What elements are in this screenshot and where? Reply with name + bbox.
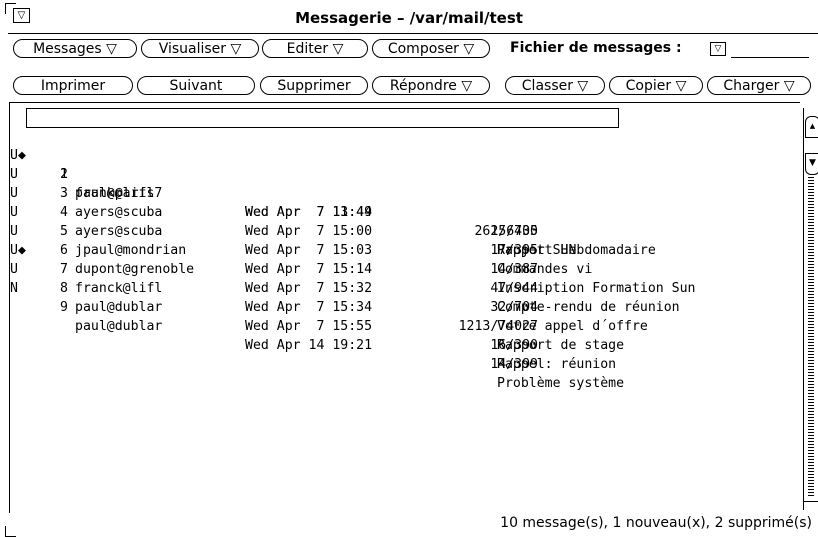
- message-row-4[interactable]: U 4 ayers@scuba Wed Apr 7 15:03 14/387 I…: [10, 165, 696, 296]
- message-sender: paul@dublar: [75, 300, 163, 315]
- window-title: Messagerie – /var/mail/test: [295, 9, 523, 27]
- mail-tool-window: ▽ Messagerie – /var/mail/test Messages ▽…: [0, 0, 818, 537]
- messages-menu-button[interactable]: Messages ▽: [13, 39, 137, 58]
- message-row-3[interactable]: U 3 ayers@scuba Wed Apr 7 15:00 17/395 C…: [10, 146, 592, 277]
- scrollbar-bottom-anchor: [803, 501, 818, 502]
- title-divider: [8, 33, 818, 34]
- view-menu-button[interactable]: Visualiser ▽: [141, 39, 259, 58]
- edit-menu-button[interactable]: Editer ▽: [262, 39, 368, 58]
- print-button[interactable]: Imprimer: [13, 76, 133, 95]
- load-menu-button[interactable]: Charger ▽: [707, 76, 811, 95]
- copy-menu-button[interactable]: Copier ▽: [609, 76, 703, 95]
- message-date: Wed Apr 7 15:55: [245, 319, 373, 334]
- message-row-9[interactable]: N 9 paul@dublar Wed Apr 14 19:21 14/399 …: [10, 260, 624, 391]
- message-date: Wed Apr 7 15:34: [245, 300, 373, 315]
- message-date: Wed Apr 7 15:03: [245, 243, 373, 258]
- status-bar: 10 message(s), 1 nouveau(x), 2 supprimé(…: [500, 515, 812, 531]
- message-sender: franck@lifl: [75, 281, 163, 296]
- message-number: 9: [60, 300, 68, 315]
- scroll-up-icon[interactable]: ▲: [805, 116, 818, 138]
- compose-menu-button[interactable]: Composer ▽: [372, 39, 490, 58]
- message-row-1[interactable]: 1 frank@lifl Wed Apr 7 11:44 15/430 Proj…: [10, 108, 619, 258]
- message-sender: paul@paris7: [75, 186, 163, 201]
- reply-menu-button[interactable]: Répondre ▽: [372, 76, 490, 95]
- message-date: Wed Apr 7 13:49: [245, 205, 373, 220]
- message-size: 14/399: [490, 357, 538, 372]
- message-size: 47/944: [490, 281, 538, 296]
- message-row-5[interactable]: U 5 jpaul@mondrian Wed Apr 7 15:14 47/94…: [10, 184, 680, 315]
- scroll-down-icon[interactable]: ▼: [805, 153, 818, 175]
- delete-button[interactable]: Supprimer: [260, 76, 368, 95]
- message-row-2[interactable]: U◆ 2 paul@paris7 Wed Apr 7 13:49 262/670…: [10, 127, 656, 258]
- window-corner-bottom-left: [5, 526, 16, 537]
- mail-file-dropdown-icon[interactable]: ▽: [710, 42, 726, 56]
- message-size: 17/395: [490, 243, 538, 258]
- next-button[interactable]: Suivant: [137, 76, 255, 95]
- message-status: N: [10, 281, 18, 296]
- message-size: 1213/74027: [458, 319, 538, 334]
- message-size: 16/390: [490, 338, 538, 353]
- message-date: Wed Apr 7 15:32: [245, 281, 373, 296]
- file-menu-button[interactable]: Classer ▽: [505, 76, 605, 95]
- mail-file-input[interactable]: [731, 57, 809, 58]
- message-row-8[interactable]: U 8 paul@dublar Wed Apr 7 15:55 16/390 R…: [10, 241, 616, 372]
- message-sender: ayers@scuba: [75, 205, 163, 220]
- message-date: Wed Apr 7 15:14: [245, 262, 373, 277]
- message-sender: jpaul@mondrian: [75, 243, 187, 258]
- message-date: Wed Apr 14 19:21: [245, 338, 373, 353]
- message-list-scrollbar[interactable]: ▲ ▼: [803, 108, 818, 510]
- message-row-7[interactable]: U◆ 7 franck@lifl Wed Apr 7 15:34 1213/74…: [10, 222, 624, 353]
- scroll-track[interactable]: [808, 176, 814, 496]
- message-size: 32/704: [490, 300, 538, 315]
- message-subject: Problème système: [497, 376, 625, 391]
- message-size: 14/387: [490, 262, 538, 277]
- message-sender: dupont@grenoble: [75, 262, 195, 277]
- message-date: Wed Apr 7 15:00: [245, 224, 373, 239]
- message-list: 1 frank@lifl Wed Apr 7 11:44 15/430 Proj…: [9, 102, 800, 513]
- selection-box: [26, 108, 619, 128]
- message-sender: ayers@scuba: [75, 224, 163, 239]
- mail-file-label: Fichier de messages :: [510, 40, 682, 56]
- message-sender: paul@dublar: [75, 319, 163, 334]
- message-row-6[interactable]: U 6 dupont@grenoble Wed Apr 7 15:32 32/7…: [10, 203, 648, 334]
- message-size: 262/6705: [474, 224, 538, 239]
